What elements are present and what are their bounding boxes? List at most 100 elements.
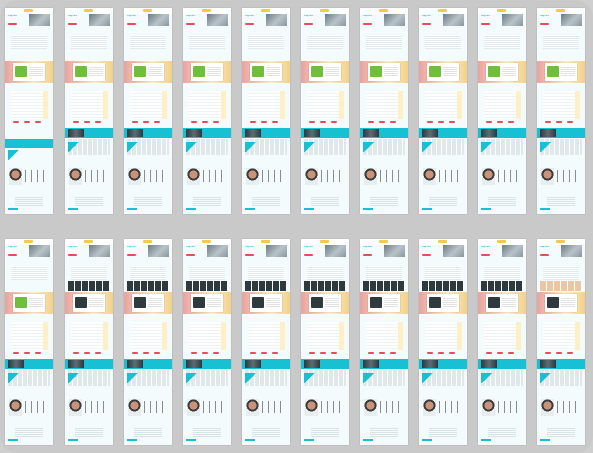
highlight-column <box>575 322 580 350</box>
comparison-title <box>313 86 337 88</box>
social-icon <box>439 170 463 182</box>
comparison-title <box>549 317 573 319</box>
footer-text <box>429 427 457 437</box>
footer-title <box>492 423 512 425</box>
product-image <box>488 66 500 77</box>
cta-button <box>422 254 431 256</box>
page-thumbnail[interactable]: Page title <box>419 239 467 445</box>
hero-title: Page title <box>8 246 17 248</box>
page-thumbnail[interactable]: Page title <box>537 8 585 214</box>
table-cta-button <box>309 352 315 354</box>
section-title <box>191 30 223 33</box>
hero-image <box>207 14 228 26</box>
hero-image <box>266 245 287 257</box>
comparison-title <box>136 317 160 319</box>
promo-title <box>205 130 227 136</box>
page-thumbnail[interactable]: Page title <box>478 8 526 214</box>
promo-image <box>186 129 202 137</box>
page-thumbnail[interactable]: Page title <box>360 8 408 214</box>
page-thumbnail[interactable]: Page title <box>478 239 526 445</box>
social-icon <box>203 170 227 182</box>
footer-title <box>138 192 158 194</box>
page-thumbnail[interactable]: Page title <box>419 8 467 214</box>
highlight-column <box>457 322 462 350</box>
promo-title <box>323 130 345 136</box>
text-block <box>11 266 47 280</box>
page-thumbnail[interactable]: Page title <box>537 239 585 445</box>
table-cta-button <box>143 121 149 123</box>
footer-text <box>370 196 398 206</box>
product-description <box>384 297 398 308</box>
section-title <box>73 261 105 264</box>
product-description <box>207 66 221 77</box>
section-title <box>250 30 282 33</box>
section-title <box>132 30 164 33</box>
comparison-title <box>549 86 573 88</box>
product-description <box>561 297 575 308</box>
promo-image <box>68 129 84 137</box>
page-thumbnail[interactable]: Page title <box>124 8 172 214</box>
social-icon <box>262 401 286 413</box>
page-thumbnail[interactable]: Page title <box>301 239 349 445</box>
product-grid <box>363 281 405 291</box>
table-cta-button <box>261 121 267 123</box>
cta-button <box>245 23 254 25</box>
page-thumbnail[interactable]: Page title <box>183 239 231 445</box>
footer-title <box>79 423 99 425</box>
section-title <box>13 261 45 264</box>
promo-title <box>87 130 109 136</box>
product-image <box>370 297 382 308</box>
highlight-column <box>221 91 226 119</box>
product-description <box>266 297 280 308</box>
footer-text <box>311 196 339 206</box>
text-block <box>71 35 107 49</box>
table-cta-button <box>379 352 385 354</box>
page-thumbnail[interactable]: Page title <box>360 239 408 445</box>
product-image <box>75 66 87 77</box>
footer-title <box>374 192 394 194</box>
page-thumbnail[interactable]: Page title <box>65 8 113 214</box>
avatar-photo <box>69 399 82 416</box>
product-grid <box>304 281 346 291</box>
page-thumbnail[interactable]: Page title <box>5 8 53 214</box>
diagonal-graphic <box>422 142 434 152</box>
hero-title: Page title <box>540 15 549 17</box>
product-image <box>134 297 146 308</box>
footer-title <box>492 192 512 194</box>
section-title <box>309 261 341 264</box>
table-cta-button <box>320 121 326 123</box>
page-thumbnail[interactable]: Page title <box>242 239 290 445</box>
product-image <box>15 66 27 77</box>
hero-image <box>502 245 523 257</box>
table-cta-button <box>497 352 503 354</box>
hero-title: Page title <box>363 246 372 248</box>
text-block <box>189 35 225 49</box>
comparison-title <box>77 317 101 319</box>
page-thumbnail[interactable]: Page title <box>183 8 231 214</box>
logo-icon <box>24 9 33 12</box>
text-block <box>307 35 343 49</box>
footer-text <box>429 196 457 206</box>
text-block <box>248 35 284 49</box>
comparison-title <box>372 86 396 88</box>
promo-image <box>422 129 438 137</box>
hero-image <box>502 14 523 26</box>
comparison-table <box>189 91 225 119</box>
footer-title <box>256 423 276 425</box>
page-row-1: Page title Page title Page title Page title… <box>0 8 593 220</box>
page-thumbnail[interactable]: Page title <box>65 239 113 445</box>
table-cta-button <box>24 121 30 123</box>
page-thumbnail[interactable]: Page title <box>242 8 290 214</box>
footer-icons <box>422 439 432 441</box>
page-thumbnail[interactable]: Page title <box>5 239 53 445</box>
comparison-table <box>484 91 520 119</box>
page-thumbnail[interactable]: Page title <box>301 8 349 214</box>
page-thumbnail[interactable]: Page title <box>124 239 172 445</box>
promo-title <box>27 141 49 146</box>
diagonal-graphic <box>127 142 139 152</box>
hero-title: Page title <box>68 246 77 248</box>
comparison-title <box>195 86 219 88</box>
logo-icon <box>143 240 152 243</box>
hero-title: Page title <box>422 246 431 248</box>
hero-image <box>384 14 405 26</box>
